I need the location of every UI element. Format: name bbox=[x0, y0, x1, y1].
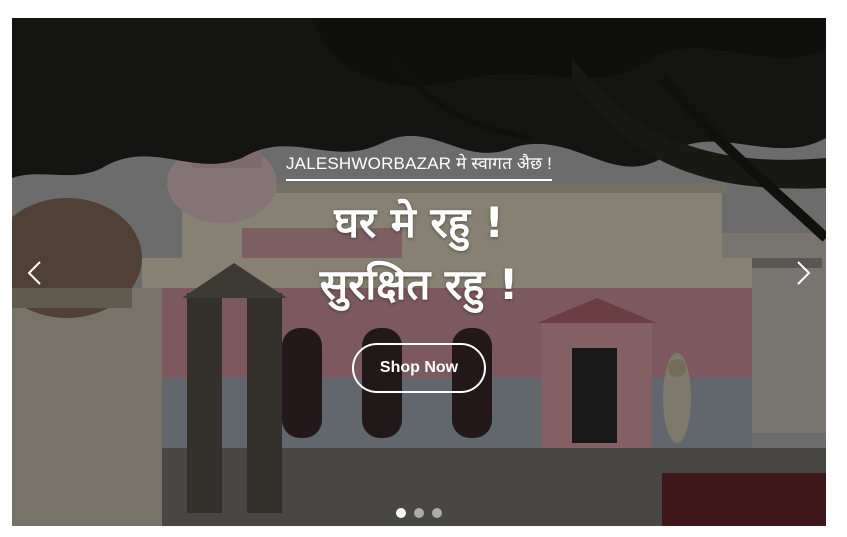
chevron-right-icon bbox=[797, 261, 811, 285]
carousel-dot-3[interactable] bbox=[432, 508, 442, 518]
headline-stay-safe: सुरक्षित रहु ! bbox=[319, 260, 519, 309]
carousel-next-button[interactable] bbox=[788, 258, 818, 288]
hero-caption: JALESHWORBAZAR मे स्वागत अैछ ! घर मे रहु… bbox=[12, 18, 826, 526]
carousel-indicators bbox=[396, 508, 442, 518]
carousel-prev-button[interactable] bbox=[20, 258, 50, 288]
shop-now-button[interactable]: Shop Now bbox=[352, 343, 486, 393]
headline-stay-home: घर मे रहु ! bbox=[334, 198, 504, 247]
hero-carousel: JALESHWORBAZAR मे स्वागत अैछ ! घर मे रहु… bbox=[12, 18, 826, 526]
chevron-left-icon bbox=[27, 261, 41, 285]
carousel-dot-1[interactable] bbox=[396, 508, 406, 518]
carousel-dot-2[interactable] bbox=[414, 508, 424, 518]
welcome-subtitle: JALESHWORBAZAR मे स्वागत अैछ ! bbox=[285, 151, 553, 181]
